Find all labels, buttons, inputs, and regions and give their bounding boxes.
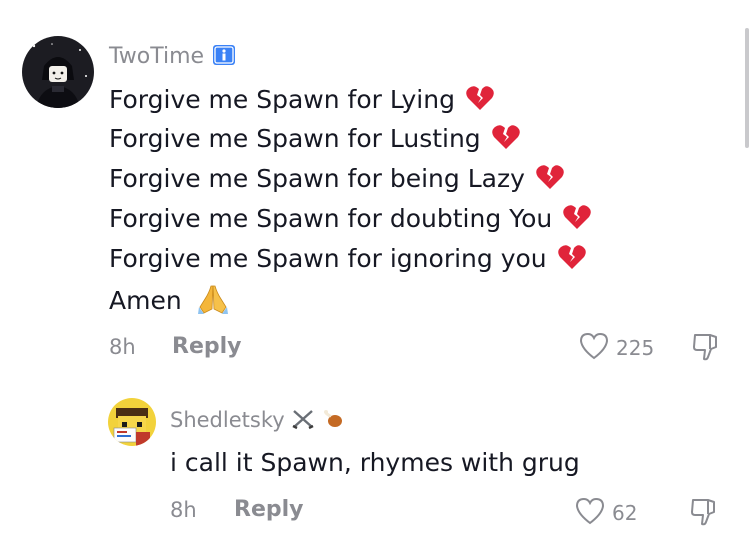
crossed-swords-icon [291, 408, 315, 435]
heart-outline-icon [578, 331, 610, 365]
comment-line: Amen [109, 283, 230, 321]
dislike-button[interactable] [690, 331, 722, 367]
heart-outline-icon [574, 496, 606, 530]
username-text: Shedletsky [170, 408, 285, 432]
praying-hands-icon [196, 283, 230, 321]
like-count: 225 [616, 336, 655, 360]
comment-line: Forgive me Spawn for Lusting [109, 123, 521, 157]
info-badge-icon [212, 44, 236, 72]
comment-line: Forgive me Spawn for being Lazy [109, 163, 565, 197]
broken-heart-icon [557, 243, 587, 277]
comment-line: Forgive me Spawn for Lying [109, 84, 495, 118]
broken-heart-icon [562, 203, 592, 237]
broken-heart-icon [535, 163, 565, 197]
username[interactable]: Shedletsky [170, 408, 344, 435]
scrollbar[interactable] [745, 28, 749, 148]
like-button[interactable]: 225 [578, 331, 654, 365]
avatar[interactable] [22, 36, 94, 108]
thumbs-down-icon [690, 334, 722, 367]
comment-line: Forgive me Spawn for doubting You [109, 203, 592, 237]
reply-text: i call it Spawn, rhymes with grug [170, 448, 580, 477]
avatar-image [22, 36, 94, 108]
avatar[interactable] [108, 398, 156, 446]
username[interactable]: TwoTime [109, 44, 236, 72]
comment-time: 8h [170, 498, 197, 522]
broken-heart-icon [491, 123, 521, 157]
like-button[interactable]: 62 [574, 496, 637, 530]
like-count: 62 [612, 501, 638, 525]
dislike-button[interactable] [688, 496, 720, 532]
reply-button[interactable]: Reply [172, 334, 242, 359]
username-text: TwoTime [109, 44, 205, 69]
comment-time: 8h [109, 335, 136, 359]
chicken-leg-icon [322, 408, 344, 435]
reply-button[interactable]: Reply [234, 497, 304, 522]
broken-heart-icon [465, 84, 495, 118]
thumbs-down-icon [688, 499, 720, 532]
comment-line: Forgive me Spawn for ignoring you [109, 243, 587, 277]
avatar-image [108, 398, 156, 446]
